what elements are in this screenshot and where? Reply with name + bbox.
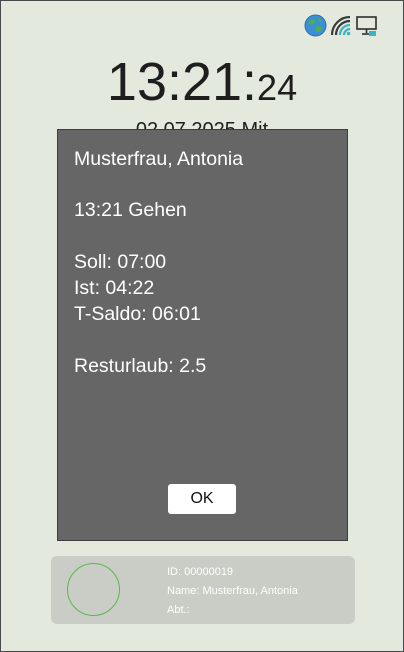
ok-button[interactable]: OK [168,484,236,514]
clock-display: 13:21:24 [1,51,403,113]
booking-event: 13:21 Gehen [74,199,187,221]
avatar [67,563,120,616]
wifi-icon [330,15,352,42]
employee-id: ID: 00000019 [167,566,234,578]
booking-dialog: Musterfrau, Antonia 13:21 Gehen Soll: 07… [57,129,348,541]
terminal-screen: 13:21:24 02.07.2025 Mit Musterfrau, Anto… [0,0,404,652]
clock-hours-minutes: 13:21: [106,52,258,112]
employee-name-line: Name: Musterfrau, Antonia [167,585,298,597]
status-bar [304,14,379,42]
employee-info-card: ID: 00000019 Name: Musterfrau, Antonia A… [51,556,355,624]
day-balance: T-Saldo: 06:01 [74,303,201,325]
clock-seconds: 24 [257,67,298,108]
monitor-icon [355,15,379,42]
employee-department: Abt.: [167,604,190,616]
soll-time: Soll: 07:00 [74,251,167,273]
remaining-vacation: Resturlaub: 2.5 [74,355,207,377]
globe-icon [304,14,327,42]
ist-time: Ist: 04:22 [74,277,155,299]
employee-name: Musterfrau, Antonia [74,148,244,170]
